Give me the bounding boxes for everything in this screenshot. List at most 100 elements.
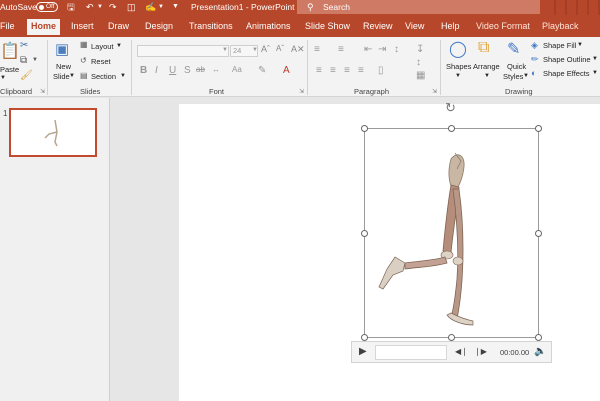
new-slide-label-2[interactable]: Slide: [53, 72, 70, 81]
decrease-indent-icon[interactable]: ⇤: [364, 44, 372, 55]
align-right-icon[interactable]: ≡: [344, 65, 350, 76]
font-size-dropdown-icon[interactable]: ▼: [252, 47, 258, 53]
layout-dropdown-icon[interactable]: ▼: [116, 43, 122, 49]
clipboard-launcher-icon[interactable]: ⇲: [40, 88, 45, 95]
tab-insert[interactable]: Insert: [71, 21, 94, 31]
shape-outline-dropdown-icon[interactable]: ▼: [592, 56, 598, 62]
touch-mode-icon[interactable]: ✍: [145, 2, 156, 12]
bold-icon[interactable]: B: [140, 65, 147, 76]
highlight-icon[interactable]: ✎: [258, 65, 266, 76]
resize-handle[interactable]: [448, 334, 455, 341]
undo-icon[interactable]: ↶: [86, 2, 94, 12]
bullets-icon[interactable]: ≡: [314, 44, 320, 55]
tab-draw[interactable]: Draw: [108, 21, 129, 31]
resize-handle[interactable]: [361, 230, 368, 237]
shape-fill-button[interactable]: Shape Fill: [543, 41, 576, 50]
paragraph-launcher-icon[interactable]: ⇲: [432, 88, 437, 95]
numbering-icon[interactable]: ≡: [338, 44, 344, 55]
new-slide-icon[interactable]: ▣: [55, 40, 69, 58]
text-direction-icon[interactable]: ↧: [416, 44, 424, 55]
underline-icon[interactable]: U: [169, 65, 176, 76]
present-icon[interactable]: ◫: [127, 2, 136, 12]
step-back-icon[interactable]: ◀❘: [455, 347, 468, 356]
shape-outline-button[interactable]: Shape Outline: [543, 55, 591, 64]
tab-playback[interactable]: Playback: [542, 21, 579, 31]
align-text-icon[interactable]: ↕: [416, 57, 421, 68]
shadow-icon[interactable]: S: [184, 65, 191, 76]
shapes-icon[interactable]: ◯: [449, 39, 467, 59]
shape-effects-button[interactable]: Shape Effects: [543, 69, 590, 78]
reset-button[interactable]: Reset: [91, 57, 111, 66]
section-button[interactable]: Section: [91, 72, 116, 81]
resize-handle[interactable]: [361, 334, 368, 341]
rotate-handle-icon[interactable]: ↻: [445, 100, 456, 116]
quick-styles-dropdown-icon[interactable]: ▼: [523, 73, 529, 79]
paste-button[interactable]: Paste: [0, 65, 19, 74]
arrange-dropdown-icon[interactable]: ▼: [484, 73, 490, 79]
columns-icon[interactable]: ▯: [378, 65, 384, 76]
clear-formatting-icon[interactable]: A✕: [291, 44, 305, 55]
copy-icon[interactable]: ⧉: [20, 55, 27, 66]
search-box[interactable]: ⚲ Search: [297, 0, 540, 14]
line-spacing-icon[interactable]: ↕: [394, 44, 399, 55]
quick-styles-icon[interactable]: ✎: [507, 39, 520, 59]
step-forward-icon[interactable]: ❘▶: [474, 347, 487, 356]
shape-effects-dropdown-icon[interactable]: ▼: [592, 70, 598, 76]
tab-video-format[interactable]: Video Format: [476, 21, 530, 31]
tab-review[interactable]: Review: [363, 21, 393, 31]
section-dropdown-icon[interactable]: ▼: [120, 73, 126, 79]
resize-handle[interactable]: [448, 125, 455, 132]
change-case-icon[interactable]: Aa: [232, 65, 242, 74]
font-family-dropdown-icon[interactable]: ▼: [222, 47, 228, 53]
smartart-icon[interactable]: ▦: [416, 70, 425, 81]
paste-dropdown-icon[interactable]: ▼: [0, 75, 6, 81]
font-color-icon[interactable]: A: [283, 65, 290, 76]
shapes-button[interactable]: Shapes: [446, 62, 471, 71]
character-spacing-icon[interactable]: ↔: [212, 65, 220, 74]
decrease-font-icon[interactable]: Aˇ: [276, 44, 284, 53]
copy-dropdown-icon[interactable]: ▼: [32, 57, 38, 63]
resize-handle[interactable]: [535, 125, 542, 132]
new-slide-dropdown-icon[interactable]: ▼: [69, 73, 75, 79]
strikethrough-icon[interactable]: ab: [196, 65, 205, 74]
tab-transitions[interactable]: Transitions: [189, 21, 233, 31]
shape-fill-dropdown-icon[interactable]: ▼: [577, 42, 583, 48]
tab-design[interactable]: Design: [145, 21, 173, 31]
volume-icon[interactable]: 🔈: [534, 346, 546, 357]
paste-icon[interactable]: 📋: [0, 41, 20, 61]
quick-styles-label-1[interactable]: Quick: [507, 62, 526, 71]
align-center-icon[interactable]: ≡: [330, 65, 336, 76]
arrange-button[interactable]: Arrange: [473, 62, 500, 71]
font-family-combo[interactable]: [137, 45, 229, 57]
undo-dropdown-icon[interactable]: ▼: [97, 2, 103, 12]
tab-view[interactable]: View: [405, 21, 424, 31]
increase-font-icon[interactable]: Aˆ: [261, 44, 270, 54]
layout-button[interactable]: Layout: [91, 42, 114, 51]
tab-home[interactable]: Home: [27, 19, 61, 37]
shapes-dropdown-icon[interactable]: ▼: [455, 73, 461, 79]
slide-thumbnail[interactable]: [9, 108, 97, 157]
font-launcher-icon[interactable]: ⇲: [299, 88, 304, 95]
redo-icon[interactable]: ↷: [109, 2, 117, 12]
tab-animations[interactable]: Animations: [246, 21, 291, 31]
resize-handle[interactable]: [535, 334, 542, 341]
arrange-icon[interactable]: ⧉: [478, 39, 489, 57]
tab-help[interactable]: Help: [441, 21, 460, 31]
new-slide-label-1[interactable]: New: [56, 62, 71, 71]
play-icon[interactable]: ▶: [359, 346, 367, 357]
autosave-toggle[interactable]: Off: [36, 2, 58, 12]
increase-indent-icon[interactable]: ⇥: [378, 44, 386, 55]
format-painter-icon[interactable]: 🖌: [20, 70, 33, 81]
tab-slide-show[interactable]: Slide Show: [305, 21, 350, 31]
resize-handle[interactable]: [361, 125, 368, 132]
italic-icon[interactable]: I: [155, 65, 158, 76]
resize-handle[interactable]: [535, 230, 542, 237]
cut-icon[interactable]: ✂: [20, 40, 28, 51]
quick-styles-label-2[interactable]: Styles: [503, 72, 523, 81]
customize-toolbar-icon[interactable]: ▼: [172, 2, 179, 12]
justify-icon[interactable]: ≡: [358, 65, 364, 76]
tab-file[interactable]: File: [0, 21, 15, 31]
save-icon[interactable]: 🖫: [67, 2, 75, 12]
align-left-icon[interactable]: ≡: [316, 65, 322, 76]
touch-dropdown-icon[interactable]: ▼: [158, 2, 164, 12]
